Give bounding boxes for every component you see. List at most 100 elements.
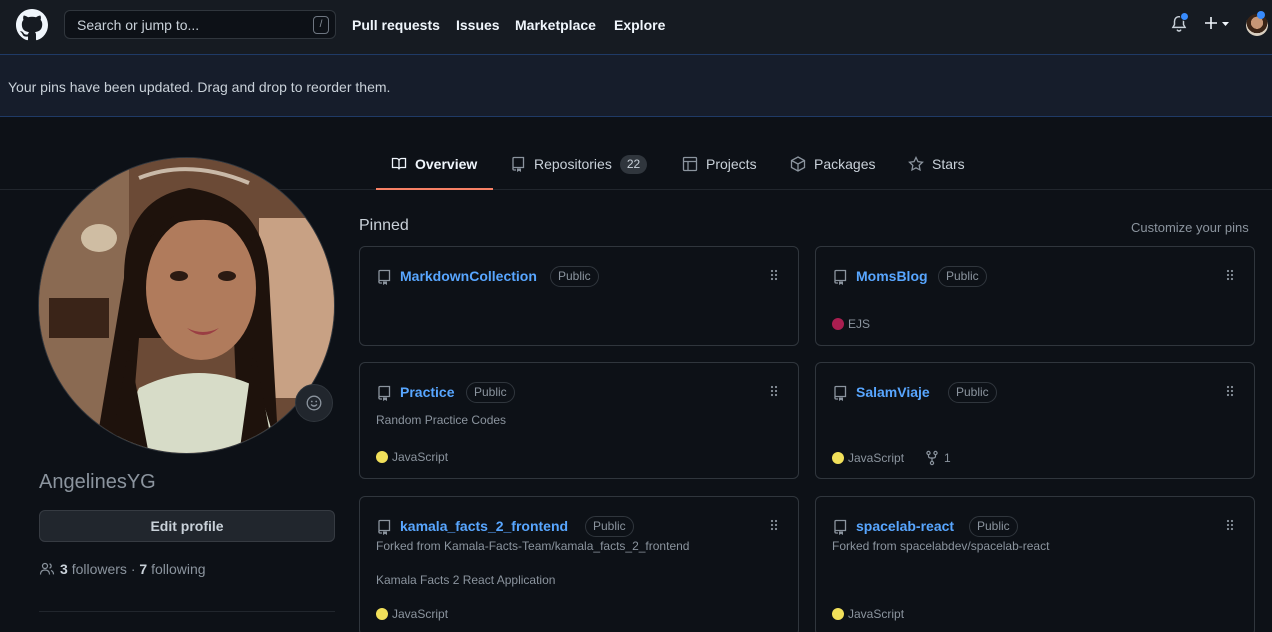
repo-language: EJS xyxy=(848,317,871,331)
star-icon xyxy=(908,156,924,172)
repo-icon xyxy=(378,519,391,535)
repo-meta: JavaScript 1 xyxy=(832,450,951,466)
create-new-plus-icon[interactable] xyxy=(1204,14,1232,34)
language-color-dot xyxy=(832,318,844,330)
book-icon xyxy=(391,157,407,170)
pinned-repo-card: MarkdownCollection Public xyxy=(359,246,799,346)
language-color-dot xyxy=(376,608,388,620)
visibility-badge: Public xyxy=(969,516,1018,537)
following-link[interactable]: 7 following xyxy=(139,561,205,577)
drag-handle-icon[interactable] xyxy=(1226,385,1234,397)
table-icon xyxy=(682,156,698,172)
nav-issues[interactable]: Issues xyxy=(456,17,500,33)
repo-name-link[interactable]: MomsBlog xyxy=(856,268,928,284)
repo-name-link[interactable]: Practice xyxy=(400,384,454,400)
follow-stats: 3 followers · 7 following xyxy=(39,561,206,577)
language-color-dot xyxy=(376,451,388,463)
repo-name-link[interactable]: kamala_facts_2_frontend xyxy=(400,518,568,534)
tab-overview-label: Overview xyxy=(415,156,478,172)
status-indicator xyxy=(1257,11,1265,19)
drag-handle-icon[interactable] xyxy=(1226,269,1234,281)
search-placeholder: Search or jump to... xyxy=(77,17,200,33)
follow-separator: · xyxy=(130,561,136,577)
flash-banner: Your pins have been updated. Drag and dr… xyxy=(0,54,1272,117)
repo-language: JavaScript xyxy=(848,607,905,621)
visibility-badge: Public xyxy=(948,382,997,403)
repo-language: JavaScript xyxy=(848,451,905,465)
package-icon xyxy=(790,156,806,172)
tab-repositories[interactable]: Repositories 22 xyxy=(510,150,648,190)
tab-packages-label: Packages xyxy=(814,156,876,172)
edit-profile-button[interactable]: Edit profile xyxy=(39,510,335,542)
profile-avatar xyxy=(38,157,335,454)
repo-name-link[interactable]: spacelab-react xyxy=(856,518,954,534)
forked-from-text: Forked from Kamala-Facts-Team/kamala_fac… xyxy=(376,539,690,553)
fork-icon xyxy=(926,450,938,466)
repo-icon xyxy=(834,385,847,401)
flash-message: Your pins have been updated. Drag and dr… xyxy=(8,79,391,95)
visibility-badge: Public xyxy=(938,266,987,287)
pinned-repo-card: kamala_facts_2_frontend Public Forked from… xyxy=(359,496,799,632)
nav-marketplace[interactable]: Marketplace xyxy=(515,17,596,33)
search-input[interactable]: Search or jump to... / xyxy=(64,10,336,39)
tab-stars-label: Stars xyxy=(932,156,965,172)
forks-count: 1 xyxy=(944,451,951,465)
repo-language: JavaScript xyxy=(392,607,449,621)
repo-meta: EJS xyxy=(832,317,870,331)
pinned-repo-card: SalamViaje Public JavaScript 1 xyxy=(815,362,1255,479)
repo-meta: JavaScript xyxy=(832,607,904,621)
repo-language: JavaScript xyxy=(392,450,449,464)
notification-indicator xyxy=(1180,12,1189,21)
tab-projects[interactable]: Projects xyxy=(682,150,757,190)
repo-meta: JavaScript xyxy=(376,450,448,464)
repo-icon xyxy=(834,269,847,285)
forks-link[interactable]: 1 xyxy=(924,450,951,466)
repo-name-link[interactable]: SalamViaje xyxy=(856,384,930,400)
tab-projects-label: Projects xyxy=(706,156,757,172)
repo-icon xyxy=(378,269,391,285)
forked-from-text: Forked from spacelabdev/spacelab-react xyxy=(832,539,1050,553)
tab-stars[interactable]: Stars xyxy=(908,150,965,190)
followers-label: followers xyxy=(71,561,127,577)
repositories-count-badge: 22 xyxy=(619,155,648,174)
visibility-badge: Public xyxy=(466,382,515,403)
repo-description: Random Practice Codes xyxy=(376,413,507,427)
tab-repositories-label: Repositories xyxy=(534,156,612,172)
repo-description: Kamala Facts 2 React Application xyxy=(376,573,556,587)
pinned-repo-card: spacelab-react Public Forked from spacelab… xyxy=(815,496,1255,632)
repo-name-link[interactable]: MarkdownCollection xyxy=(400,268,537,284)
profile-username: AngelinesYG xyxy=(39,471,156,493)
tab-packages[interactable]: Packages xyxy=(790,150,875,190)
followers-count: 3 xyxy=(60,561,68,577)
followers-link[interactable]: 3 followers xyxy=(60,561,127,577)
people-icon xyxy=(39,562,55,575)
repo-icon xyxy=(834,519,847,535)
repo-icon xyxy=(512,156,525,172)
sidebar-divider xyxy=(39,611,335,612)
following-label: following xyxy=(151,561,206,577)
repo-meta: JavaScript xyxy=(376,607,448,621)
language-color-dot xyxy=(832,608,844,620)
drag-handle-icon[interactable] xyxy=(770,385,778,397)
global-header: Search or jump to... / Pull requests Iss… xyxy=(0,0,1272,54)
visibility-badge: Public xyxy=(550,266,599,287)
profile-photo-illustration xyxy=(39,158,334,453)
repo-icon xyxy=(378,385,391,401)
pinned-heading: Pinned xyxy=(359,217,409,234)
set-status-button[interactable] xyxy=(295,384,333,422)
tab-overview[interactable]: Overview xyxy=(375,150,494,190)
nav-explore[interactable]: Explore xyxy=(614,17,665,33)
customize-pins-link[interactable]: Customize your pins xyxy=(1131,220,1249,235)
visibility-badge: Public xyxy=(585,516,634,537)
pinned-repo-card: Practice Public Random Practice Codes JavaS… xyxy=(359,362,799,479)
drag-handle-icon[interactable] xyxy=(770,519,778,531)
drag-handle-icon[interactable] xyxy=(1226,519,1234,531)
smiley-icon xyxy=(306,395,322,411)
search-shortcut-key: / xyxy=(313,16,329,34)
drag-handle-icon[interactable] xyxy=(770,269,778,281)
language-color-dot xyxy=(832,452,844,464)
github-logo-icon[interactable] xyxy=(16,9,48,41)
pinned-repo-card: MomsBlog Public EJS xyxy=(815,246,1255,346)
nav-pull-requests[interactable]: Pull requests xyxy=(352,17,440,33)
following-count: 7 xyxy=(139,561,148,577)
